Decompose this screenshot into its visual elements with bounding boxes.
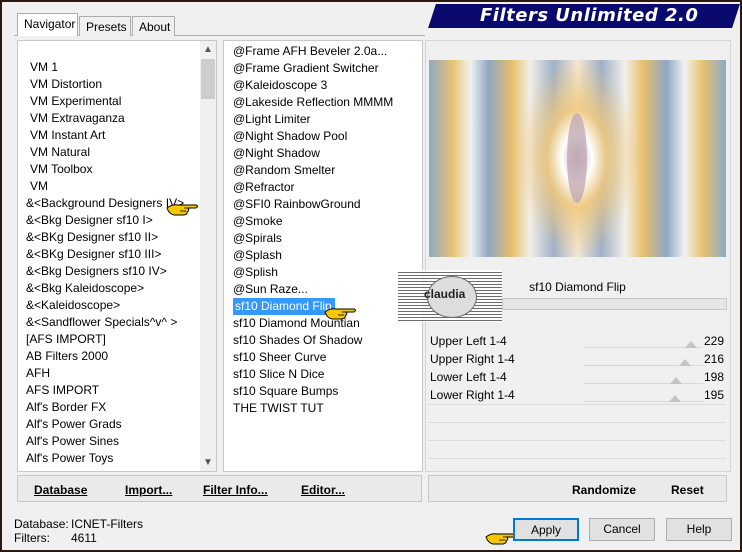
slider-row[interactable]: Upper Right 1-4 216 bbox=[428, 350, 726, 368]
category-item[interactable]: VM bbox=[30, 178, 48, 195]
filter-item[interactable]: sf10 Slice N Dice bbox=[233, 366, 324, 383]
category-item[interactable]: &<Bkg Kaleidoscope> bbox=[26, 280, 144, 297]
slider-value: 198 bbox=[703, 370, 724, 384]
category-item[interactable]: Alf's Power Grads bbox=[26, 416, 122, 433]
category-item[interactable]: Alf's Border FX bbox=[26, 399, 106, 416]
filter-list[interactable]: @Frame AFH Beveler 2.0a... @Frame Gradien… bbox=[223, 40, 423, 472]
cancel-button[interactable]: Cancel bbox=[589, 518, 655, 541]
tab-navigator[interactable]: Navigator bbox=[17, 13, 78, 36]
filter-item[interactable]: sf10 Shades Of Shadow bbox=[233, 332, 362, 349]
category-item[interactable]: &<Bkg Designers sf10 IV> bbox=[26, 263, 167, 280]
filter-item[interactable]: @SFI0 RainbowGround bbox=[233, 196, 361, 213]
category-list[interactable]: VM 1 VM Distortion VM Experimental VM Extra… bbox=[17, 40, 217, 472]
slider-row[interactable]: Lower Right 1-4 195 bbox=[428, 386, 726, 404]
filter-name-label: sf10 Diamond Flip bbox=[529, 280, 626, 294]
reset-button[interactable]: Reset bbox=[671, 483, 704, 497]
filters-count: 4611 bbox=[71, 531, 97, 545]
category-item[interactable]: AB Filters 2000 bbox=[26, 348, 108, 365]
slider-value: 216 bbox=[703, 352, 724, 366]
filter-name-bar bbox=[502, 298, 727, 310]
category-item[interactable]: &<Bkg Designer sf10 I> bbox=[26, 212, 153, 229]
filter-info-button[interactable]: Filter Info... bbox=[203, 483, 268, 497]
divider bbox=[428, 440, 726, 441]
filter-item[interactable]: @Frame AFH Beveler 2.0a... bbox=[233, 43, 387, 60]
randomize-button[interactable]: Randomize bbox=[572, 483, 636, 497]
filter-item[interactable]: sf10 Sheer Curve bbox=[233, 349, 326, 366]
filter-item[interactable]: sf10 Square Bumps bbox=[233, 383, 338, 400]
scroll-down-icon[interactable]: ▼ bbox=[203, 457, 213, 468]
divider bbox=[428, 458, 726, 459]
filter-item[interactable]: @Kaleidoscope 3 bbox=[233, 77, 327, 94]
tab-about[interactable]: About bbox=[132, 16, 175, 36]
category-item[interactable]: VM Toolbox bbox=[30, 161, 92, 178]
slider-label: Upper Left 1-4 bbox=[430, 334, 507, 348]
category-item[interactable]: VM 1 bbox=[30, 59, 58, 76]
category-scrollbar[interactable]: ▲ ▼ bbox=[200, 41, 216, 471]
filter-item[interactable]: @Light Limiter bbox=[233, 111, 311, 128]
category-item[interactable]: &<Kaleidoscope> bbox=[26, 297, 120, 314]
slider-track[interactable] bbox=[583, 401, 703, 402]
category-items: VM 1 VM Distortion VM Experimental VM Extra… bbox=[26, 59, 201, 469]
filter-item[interactable]: THE TWIST TUT bbox=[233, 400, 324, 417]
filter-item[interactable]: @Sun Raze... bbox=[233, 281, 308, 298]
filter-item[interactable]: @Smoke bbox=[233, 213, 283, 230]
category-item[interactable]: VM Extravaganza bbox=[30, 110, 125, 127]
apply-button[interactable]: Apply bbox=[513, 518, 579, 541]
slider-label: Lower Left 1-4 bbox=[430, 370, 507, 384]
category-item[interactable]: VM Natural bbox=[30, 144, 90, 161]
category-scroll-thumb[interactable] bbox=[201, 59, 215, 99]
category-item[interactable]: &<BKg Designer sf10 III> bbox=[26, 246, 161, 263]
slider-thumb[interactable] bbox=[684, 341, 697, 348]
category-item[interactable]: VM Experimental bbox=[30, 93, 121, 110]
database-label: Database: bbox=[14, 517, 69, 531]
preview-image bbox=[429, 60, 726, 257]
category-item[interactable]: AFH bbox=[26, 365, 50, 382]
divider bbox=[428, 404, 726, 405]
filter-item-selected[interactable]: sf10 Diamond Flip bbox=[233, 298, 335, 315]
dialog-title: Filters Unlimited 2.0 bbox=[480, 5, 699, 26]
category-item[interactable]: AFS IMPORT bbox=[26, 382, 99, 399]
import-button[interactable]: Import... bbox=[125, 483, 172, 497]
category-item[interactable]: Alf's Power Toys bbox=[26, 450, 113, 467]
slider-thumb[interactable] bbox=[678, 359, 691, 366]
category-item[interactable]: &<Sandflower Specials^v^ > bbox=[26, 314, 177, 331]
editor-button[interactable]: Editor... bbox=[301, 483, 345, 497]
filter-items: @Frame AFH Beveler 2.0a... @Frame Gradien… bbox=[233, 43, 421, 469]
filter-item[interactable]: @Splish bbox=[233, 264, 278, 281]
filter-item[interactable]: @Spirals bbox=[233, 230, 282, 247]
filter-item[interactable]: @Night Shadow bbox=[233, 145, 320, 162]
slider-label: Upper Right 1-4 bbox=[430, 352, 515, 366]
slider-thumb[interactable] bbox=[670, 377, 683, 384]
filter-item[interactable]: @Random Smelter bbox=[233, 162, 335, 179]
tab-presets[interactable]: Presets bbox=[79, 16, 131, 36]
slider-value: 195 bbox=[703, 388, 724, 402]
slider-row[interactable]: Lower Left 1-4 198 bbox=[428, 368, 726, 386]
slider-track[interactable] bbox=[583, 383, 703, 384]
category-item[interactable]: &<Background Designers IV> bbox=[26, 195, 184, 212]
filter-item[interactable]: @Night Shadow Pool bbox=[233, 128, 347, 145]
pointing-hand-icon bbox=[324, 308, 356, 320]
database-button[interactable]: Database bbox=[34, 483, 87, 497]
slider-row[interactable]: Upper Left 1-4 229 bbox=[428, 332, 726, 350]
slider-thumb[interactable] bbox=[668, 395, 681, 402]
help-button[interactable]: Help bbox=[666, 518, 732, 541]
filter-item[interactable]: @Splash bbox=[233, 247, 282, 264]
pointing-hand-icon bbox=[166, 204, 198, 216]
filters-label: Filters: bbox=[14, 531, 50, 545]
category-item[interactable]: Alf's Power Sines bbox=[26, 433, 119, 450]
slider-value: 229 bbox=[703, 334, 724, 348]
divider bbox=[428, 422, 726, 423]
database-value: ICNET-Filters bbox=[71, 517, 143, 531]
category-item[interactable]: &<BKg Designer sf10 II> bbox=[26, 229, 158, 246]
slider-label: Lower Right 1-4 bbox=[430, 388, 515, 402]
filter-item[interactable]: @Refractor bbox=[233, 179, 295, 196]
filter-item[interactable]: @Frame Gradient Switcher bbox=[233, 60, 379, 77]
watermark-text: claudia bbox=[424, 287, 466, 301]
category-item[interactable]: VM Distortion bbox=[30, 76, 102, 93]
category-item[interactable]: VM Instant Art bbox=[30, 127, 105, 144]
filter-item[interactable]: @Lakeside Reflection MMMM bbox=[233, 94, 393, 111]
category-item[interactable]: [AFS IMPORT] bbox=[26, 331, 106, 348]
scroll-up-icon[interactable]: ▲ bbox=[203, 44, 213, 55]
